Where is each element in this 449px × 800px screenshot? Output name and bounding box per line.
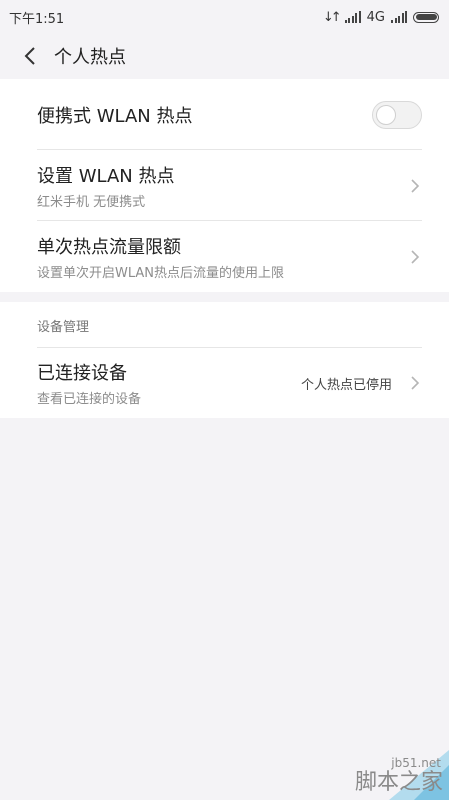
- chevron-right-icon: [408, 376, 422, 390]
- status-time: 下午1:51: [9, 11, 65, 27]
- hotspot-settings-section: 便携式 WLAN 热点 设置 WLAN 热点 红米手机 无便携式 单次热点流量限…: [0, 79, 449, 292]
- setup-hotspot-subtitle: 红米手机 无便携式: [37, 194, 146, 210]
- chevron-right-icon: [408, 178, 422, 193]
- setup-hotspot-label: 设置 WLAN 热点: [37, 165, 175, 187]
- back-button[interactable]: [10, 34, 50, 78]
- page-title: 个人热点: [54, 47, 126, 68]
- data-limit-subtitle: 设置单次开启WLAN热点后流量的使用上限: [37, 265, 285, 281]
- network-type-label: 4G: [366, 9, 385, 25]
- device-management-section: 设备管理 已连接设备 查看已连接的设备 个人热点已停用: [0, 302, 449, 418]
- section-header-device-management: 设备管理: [0, 302, 449, 348]
- portable-hotspot-row[interactable]: 便携式 WLAN 热点: [0, 79, 449, 150]
- signal-strength-icon-2: [391, 11, 407, 23]
- connected-devices-row[interactable]: 已连接设备 查看已连接的设备 个人热点已停用: [0, 348, 449, 418]
- connected-devices-label: 已连接设备: [37, 363, 127, 384]
- connected-devices-status: 个人热点已停用: [300, 377, 392, 393]
- connected-devices-subtitle: 查看已连接的设备: [37, 392, 142, 407]
- status-bar: 下午1:51 ↓↑ 4G: [0, 0, 449, 34]
- portable-hotspot-toggle[interactable]: [372, 100, 422, 129]
- chevron-right-icon: [408, 249, 422, 264]
- watermark: jb51.net 脚本之家: [319, 730, 449, 800]
- battery-icon: [413, 11, 439, 23]
- data-limit-row[interactable]: 单次热点流量限额 设置单次开启WLAN热点后流量的使用上限: [0, 221, 449, 292]
- watermark-name: 脚本之家: [354, 770, 443, 795]
- signal-strength-icon: [344, 11, 361, 23]
- chevron-left-icon: [24, 47, 35, 65]
- toggle-knob: [376, 104, 396, 125]
- title-bar: 个人热点: [0, 34, 449, 78]
- data-limit-label: 单次热点流量限额: [37, 236, 181, 258]
- status-icons: ↓↑ 4G: [323, 10, 439, 25]
- data-transfer-icon: ↓↑: [322, 9, 342, 25]
- section-title: 设备管理: [37, 319, 90, 335]
- portable-hotspot-label: 便携式 WLAN 热点: [37, 105, 193, 127]
- setup-hotspot-row[interactable]: 设置 WLAN 热点 红米手机 无便携式: [0, 150, 449, 221]
